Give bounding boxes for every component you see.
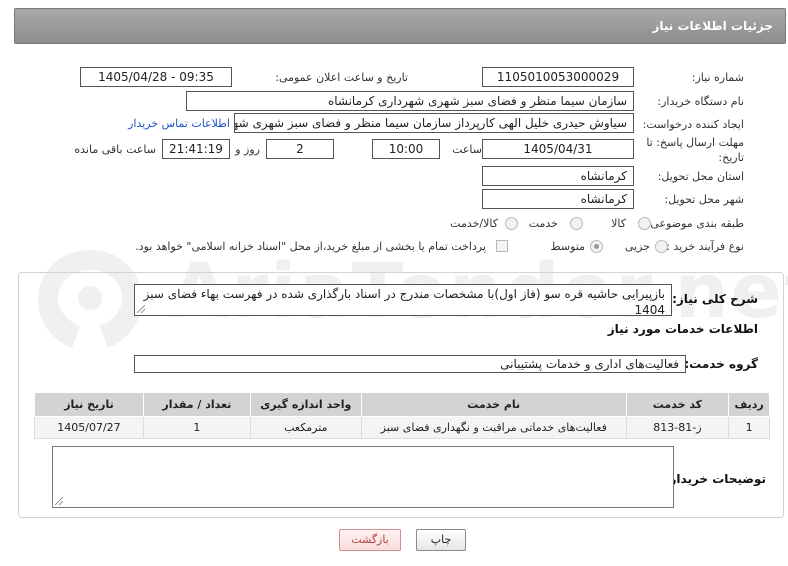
cell-quantity: 1: [142, 416, 251, 439]
deadline-label: مهلت ارسال پاسخ: تا تاریخ:: [634, 135, 744, 165]
category-service-radio[interactable]: [570, 217, 583, 230]
province-label: استان محل تحویل:: [657, 170, 744, 183]
service-group-label: گروه خدمت:: [684, 357, 758, 371]
cell-service-name: فعالیت‌های خدماتی مراقبت و نگهداری فضای …: [360, 416, 627, 439]
col-unit: واحد اندازه گیری: [249, 392, 362, 417]
buyer-notes-textarea[interactable]: [52, 446, 674, 508]
table-row[interactable]: 1 ز-81-813 فعالیت‌های خدماتی مراقبت و نگ…: [34, 416, 770, 439]
treasury-payment-checkbox[interactable]: [496, 240, 508, 252]
requester-field[interactable]: سیاوش حیدری خلیل الهی کارپرداز سازمان سی…: [234, 113, 634, 133]
cell-service-code: ز-81-813: [625, 416, 730, 439]
city-label: شهر محل تحویل:: [664, 193, 744, 206]
days-label: روز و: [235, 143, 260, 156]
need-number-field[interactable]: 1105010053000029: [482, 67, 634, 87]
deadline-time-label: ساعت: [452, 143, 482, 156]
category-goods-label: کالا: [611, 217, 626, 230]
announce-date-label: تاریخ و ساعت اعلان عمومی:: [275, 71, 408, 84]
province-field[interactable]: کرمانشاه: [482, 166, 634, 186]
summary-text: بازپیرایی حاشیه قره سو (فاز اول)با مشخصا…: [143, 287, 665, 316]
deadline-date-field[interactable]: 1405/04/31: [482, 139, 634, 159]
deadline-time-field[interactable]: 10:00: [372, 139, 440, 159]
category-goods-radio[interactable]: [638, 217, 651, 230]
process-minor-radio[interactable]: [655, 240, 668, 253]
category-label: طبقه بندی موضوعی:: [646, 217, 744, 230]
buyer-notes-label: توضیحات خریدار:: [664, 472, 766, 486]
services-table: ردیف کد خدمت نام خدمت واحد اندازه گیری ت…: [34, 392, 770, 439]
back-button[interactable]: بازگشت: [339, 529, 401, 551]
cell-need-date: 1405/07/27: [34, 416, 144, 439]
need-number-label: شماره نیاز:: [691, 71, 744, 84]
col-service-code: کد خدمت: [625, 392, 730, 417]
page-title: جزئیات اطلاعات نیاز: [652, 19, 773, 33]
process-minor-label: جزیی: [624, 240, 650, 253]
category-service-label: خدمت: [528, 217, 558, 230]
services-section-title: اطلاعات خدمات مورد نیاز: [607, 322, 758, 336]
summary-textbox[interactable]: بازپیرایی حاشیه قره سو (فاز اول)با مشخصا…: [134, 284, 672, 316]
category-both-label: کالا/خدمت: [450, 217, 498, 230]
col-row-number: ردیف: [728, 392, 770, 417]
table-header-row: ردیف کد خدمت نام خدمت واحد اندازه گیری ت…: [34, 392, 770, 417]
requester-label: ایجاد کننده درخواست:: [642, 118, 744, 131]
buyer-contact-link[interactable]: اطلاعات تماس خریدار: [128, 117, 230, 130]
category-both-radio[interactable]: [505, 217, 518, 230]
col-need-date: تاریخ نیاز: [34, 392, 144, 417]
deadline-label-text: مهلت ارسال پاسخ: تا تاریخ:: [646, 136, 744, 164]
remaining-label: ساعت باقی مانده: [74, 143, 156, 156]
process-medium-label: متوسط: [550, 240, 585, 253]
print-button[interactable]: چاپ: [416, 529, 466, 551]
cell-row-number: 1: [728, 416, 770, 439]
remaining-time-field[interactable]: 21:41:19: [162, 139, 230, 159]
buyer-org-label: نام دستگاه خریدار:: [657, 95, 744, 108]
col-quantity: تعداد / مقدار: [142, 392, 251, 417]
summary-label: شرح کلی نیاز:: [672, 292, 758, 306]
service-group-field[interactable]: فعالیت‌های اداری و خدمات پشتیبانی: [134, 355, 686, 373]
city-field[interactable]: کرمانشاه: [482, 189, 634, 209]
page-header: جزئیات اطلاعات نیاز: [14, 8, 786, 44]
process-medium-radio[interactable]: [590, 240, 603, 253]
cell-unit: مترمکعب: [249, 416, 362, 439]
resize-grip-icon: [137, 305, 145, 313]
process-label: نوع فرآیند خرید :: [666, 240, 744, 253]
col-service-name: نام خدمت: [360, 392, 627, 417]
notes-resize-grip-icon: [55, 497, 63, 505]
buyer-org-field[interactable]: سازمان سیما منظر و فضای سبز شهری شهرداری…: [186, 91, 634, 111]
announce-date-field[interactable]: 1405/04/28 - 09:35: [80, 67, 232, 87]
days-field[interactable]: 2: [266, 139, 334, 159]
treasury-payment-note: پرداخت تمام یا بخشی از مبلغ خرید،از محل …: [135, 240, 486, 253]
